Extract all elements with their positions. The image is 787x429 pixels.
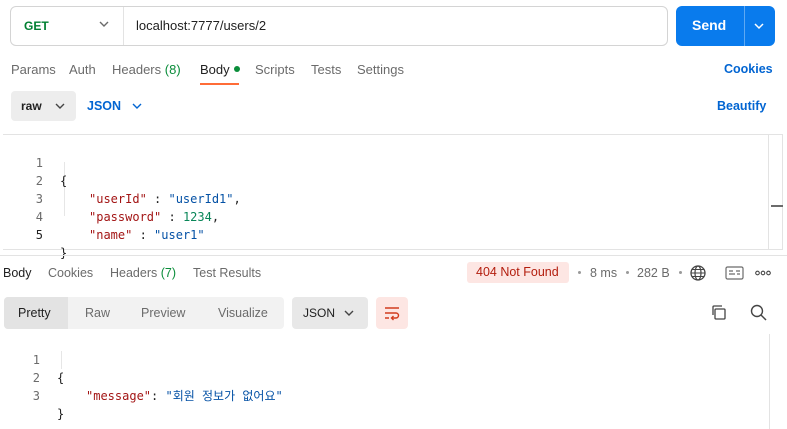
response-format-selector[interactable]: JSON (292, 297, 368, 329)
request-body-editor[interactable]: 1 { 2 "userId" : "userId1", 3 "password"… (3, 134, 783, 260)
tab-headers-label: Headers (112, 62, 162, 77)
view-raw-button[interactable]: Raw (85, 297, 110, 329)
editor-line: 4 "name" : "user1" (3, 190, 205, 242)
json-pair: "message": "회원 정보가 없어요" (86, 387, 283, 405)
send-divider (744, 6, 745, 46)
json-comma: , (233, 192, 241, 206)
tab-settings[interactable]: Settings (357, 62, 404, 77)
editor-line: 3 } (0, 369, 64, 421)
line-number: 3 (32, 389, 40, 403)
json-value: "회원 정보가 없어요" (165, 389, 283, 403)
editor-line: 2 "userId" : "userId1", (3, 154, 241, 206)
more-horizontal-icon[interactable] (755, 268, 771, 278)
response-body-viewer[interactable]: 1 { 2 "message": "회원 정보가 없어요" 3 } (0, 333, 768, 429)
scroll-marker (771, 205, 783, 207)
response-size[interactable]: 282 B (637, 266, 670, 280)
tab-scripts[interactable]: Scripts (255, 62, 295, 77)
response-format-label: JSON (303, 306, 336, 320)
editor-line: 2 "message": "회원 정보가 없어요" (0, 351, 283, 403)
tab-params[interactable]: Params (11, 62, 56, 77)
chevron-down-icon[interactable] (130, 99, 144, 113)
editor-line: 5 } (3, 208, 67, 260)
cookies-link[interactable]: Cookies (724, 62, 773, 76)
meta-separator (626, 271, 629, 274)
json-key: "name" (89, 228, 133, 242)
response-tab-test-results[interactable]: Test Results (193, 266, 261, 280)
view-pretty-button[interactable]: Pretty (4, 297, 68, 329)
editor-line: 3 "password" : 1234, (3, 172, 219, 224)
method-selector[interactable]: GET (11, 7, 124, 45)
json-key: "message" (86, 389, 152, 403)
tab-headers[interactable]: Headers (8) (112, 62, 181, 77)
meta-separator (679, 271, 682, 274)
editor-scrollbar[interactable] (768, 135, 783, 249)
headers-count: (8) (164, 62, 181, 77)
tab-auth[interactable]: Auth (69, 62, 96, 77)
beautify-link[interactable]: Beautify (717, 99, 766, 113)
save-icon[interactable] (725, 265, 744, 281)
line-number: 5 (35, 228, 43, 242)
json-pair: "password" : 1234, (89, 208, 219, 226)
json-separator: : (146, 192, 169, 206)
response-headers-count: (7) (160, 266, 177, 280)
chevron-down-icon (344, 310, 354, 316)
open-brace: { (60, 174, 68, 188)
status-badge[interactable]: 404 Not Found (467, 262, 569, 283)
response-tab-headers[interactable]: Headers (7) (110, 266, 176, 280)
json-key: "password" (89, 210, 162, 224)
send-label: Send (692, 17, 727, 33)
json-separator: : (151, 389, 166, 403)
chevron-down-icon[interactable] (751, 18, 767, 34)
json-value: "userId1" (168, 192, 234, 206)
json-separator: : (161, 210, 183, 224)
search-icon[interactable] (750, 304, 767, 321)
response-tab-headers-label: Headers (110, 266, 158, 280)
view-preview-button[interactable]: Preview (141, 297, 185, 329)
status-text: 404 Not Found (476, 265, 559, 279)
response-tab-cookies[interactable]: Cookies (48, 266, 93, 280)
indent-guide (61, 351, 62, 369)
meta-separator (578, 271, 581, 274)
response-time[interactable]: 8 ms (590, 266, 617, 280)
tab-tests[interactable]: Tests (311, 62, 341, 77)
method-label: GET (24, 19, 49, 33)
tab-body[interactable]: Body (200, 62, 240, 77)
json-pair: "userId" : "userId1", (89, 190, 241, 208)
active-tab-indicator (200, 83, 239, 85)
json-key: "userId" (89, 192, 147, 206)
json-value: "user1" (154, 228, 205, 242)
chevron-down-icon (99, 21, 109, 27)
json-pair: "name" : "user1" (89, 226, 205, 244)
close-brace: } (60, 246, 68, 260)
body-mode-selector[interactable]: raw (11, 91, 76, 121)
body-mode-label: raw (21, 99, 42, 113)
send-button[interactable]: Send (676, 6, 775, 46)
editor-line: 1 { (3, 136, 67, 188)
response-view-selector: Pretty Raw Preview Visualize (4, 297, 284, 329)
json-value: 1234 (182, 210, 212, 224)
request-tabs: Params Auth Headers (8) Body Scripts Tes… (0, 62, 787, 88)
url-bar: GET localhost:7777/users/2 (10, 6, 668, 46)
pane-divider[interactable] (0, 255, 787, 256)
open-brace: { (57, 371, 65, 385)
json-comma: , (211, 210, 220, 224)
wrap-lines-button[interactable] (376, 297, 408, 329)
close-brace: } (57, 407, 65, 421)
body-language-selector[interactable]: JSON (87, 99, 121, 113)
url-input[interactable]: localhost:7777/users/2 (136, 18, 266, 33)
chevron-down-icon (55, 103, 65, 109)
response-tab-body[interactable]: Body (3, 266, 32, 280)
body-modified-dot (233, 66, 240, 72)
editor-line: 1 { (0, 333, 64, 385)
json-separator: : (132, 228, 155, 242)
copy-icon[interactable] (710, 304, 727, 321)
tab-body-label: Body (200, 62, 230, 77)
globe-icon[interactable] (689, 264, 707, 282)
view-visualize-button[interactable]: Visualize (218, 297, 268, 329)
response-scrollbar[interactable] (769, 334, 770, 429)
wrap-lines-icon (385, 307, 400, 321)
